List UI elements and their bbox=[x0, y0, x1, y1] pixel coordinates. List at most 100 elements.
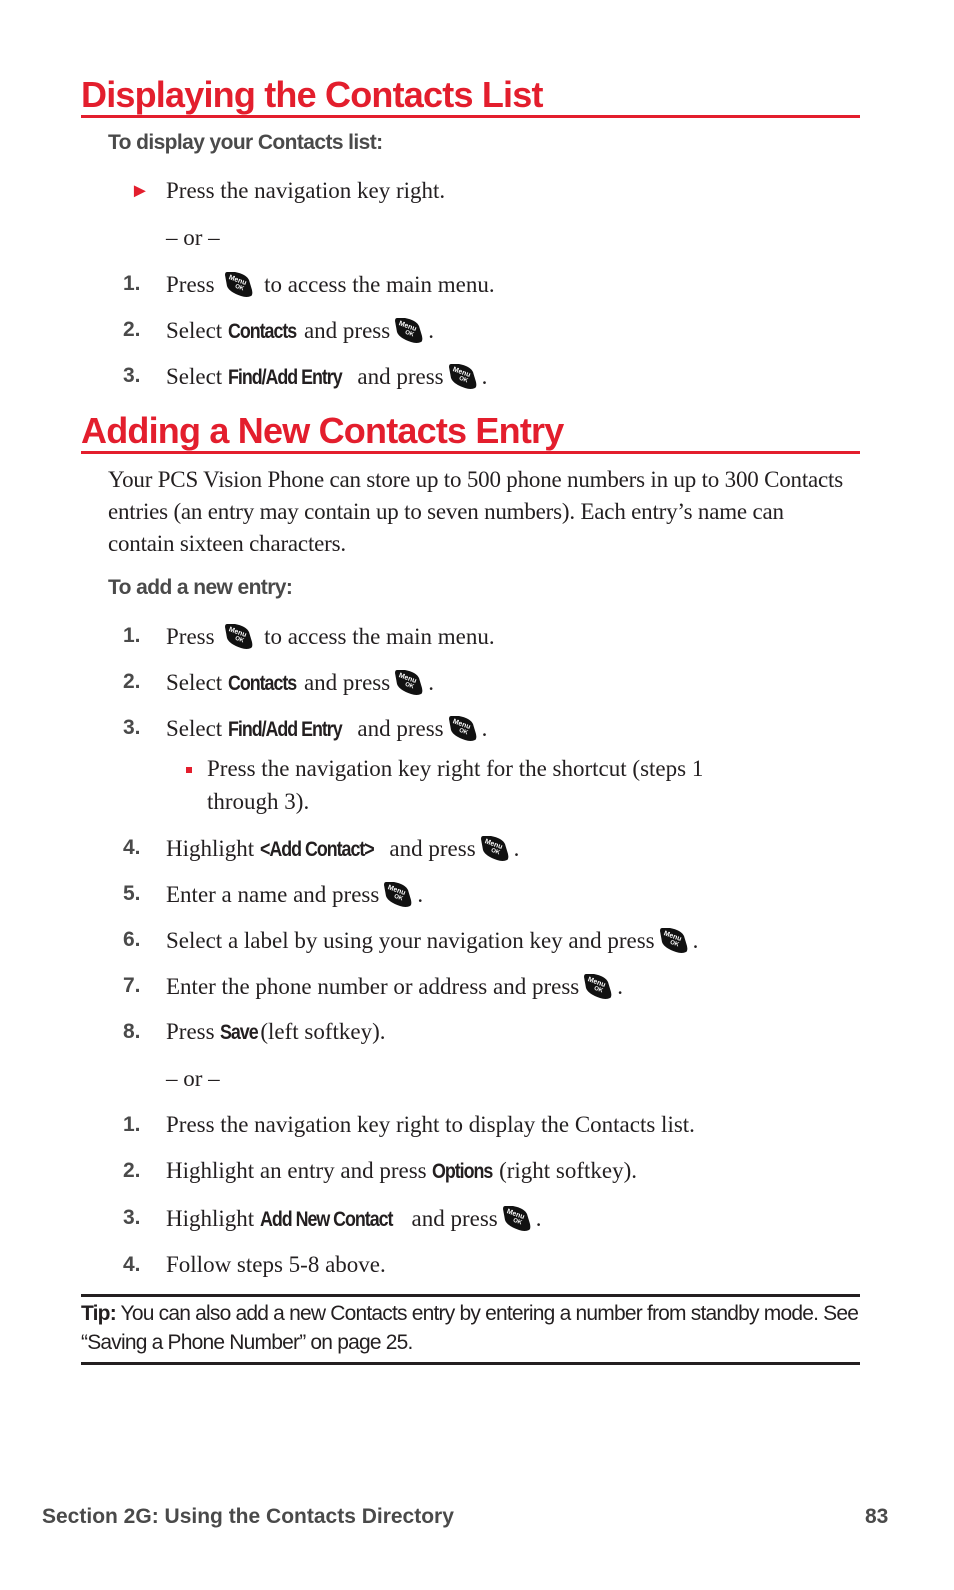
sub-bullet-line-2: through 3). bbox=[207, 789, 310, 814]
step-text: Select bbox=[166, 716, 223, 741]
square-bullet-icon bbox=[186, 767, 192, 773]
menu-ok-key-icon bbox=[658, 926, 690, 954]
menu-ok-key-icon bbox=[393, 668, 425, 696]
tip-bottom-rule bbox=[81, 1362, 860, 1365]
step-number: 7. bbox=[123, 974, 141, 997]
menu-ok-key-icon bbox=[223, 270, 255, 298]
menu-item-add-contact: <Add Contact> bbox=[259, 838, 375, 861]
menu-ok-key-icon bbox=[393, 316, 425, 344]
sub-bullet-line-1: Press the navigation key right for the s… bbox=[207, 756, 704, 781]
step-number: 2. bbox=[123, 1159, 141, 1182]
period: . bbox=[481, 364, 488, 389]
menu-item-contacts: Contacts bbox=[227, 320, 297, 343]
step-text: Select a label by using your navigation … bbox=[166, 928, 655, 953]
subheading-display-contacts: To display your Contacts list: bbox=[108, 131, 383, 154]
alt-step-3: Highlight Add New Contact and press. bbox=[166, 1204, 542, 1234]
tip-top-rule bbox=[81, 1294, 860, 1297]
softkey-save: Save bbox=[220, 1021, 259, 1044]
step-text: (right softkey). bbox=[499, 1158, 638, 1183]
step-number: 2. bbox=[123, 318, 141, 341]
step-number: 8. bbox=[123, 1020, 141, 1043]
step-text: Enter a name and press bbox=[166, 882, 380, 907]
add-step-6: Select a label by using your navigation … bbox=[166, 926, 698, 955]
intro-paragraph: Your PCS Vision Phone can store up to 50… bbox=[108, 467, 843, 556]
add-step-1: Press to access the main menu. bbox=[166, 622, 495, 651]
tip-text: You can also add a new Contacts entry by… bbox=[81, 1302, 859, 1354]
menu-item-contacts: Contacts bbox=[227, 672, 297, 695]
period: . bbox=[428, 670, 434, 695]
add-step-3: Select Find/Add Entry and press. bbox=[166, 714, 487, 744]
menu-item-find-add-entry: Find/Add Entry bbox=[227, 366, 343, 389]
menu-item-find-add-entry: Find/Add Entry bbox=[227, 718, 343, 741]
period: . bbox=[692, 928, 699, 953]
step-text: (left softkey). bbox=[260, 1019, 386, 1044]
step-text: Press bbox=[166, 624, 215, 649]
footer-section-title: Section 2G: Using the Contacts Directory bbox=[42, 1505, 454, 1528]
alt-step-1: Press the navigation key right to displa… bbox=[166, 1111, 695, 1139]
period: . bbox=[535, 1206, 542, 1231]
or-separator: – or – bbox=[166, 1066, 220, 1091]
step-3: Select Find/Add Entry and press. bbox=[166, 362, 487, 392]
bullet-nav-right: Press the navigation key right. bbox=[166, 178, 446, 203]
step-text: Select bbox=[166, 364, 223, 389]
step-text: Highlight bbox=[166, 1206, 255, 1231]
step-text: Select bbox=[166, 318, 223, 343]
section-title-adding-entry: Adding a New Contacts Entry bbox=[81, 411, 860, 454]
step-text: Press the navigation key right to displa… bbox=[166, 1112, 695, 1137]
step-text: Highlight bbox=[166, 836, 255, 861]
alt-step-4: Follow steps 5-8 above. bbox=[166, 1251, 386, 1279]
tip-box: Tip: You can also add a new Contacts ent… bbox=[81, 1299, 860, 1357]
step-number: 5. bbox=[123, 882, 141, 905]
menu-item-add-new-contact: Add New Contact bbox=[259, 1208, 393, 1231]
step-text: to access the main menu. bbox=[264, 272, 495, 297]
step-text: Follow steps 5-8 above. bbox=[166, 1252, 386, 1277]
alt-step-2: Highlight an entry and press Options (ri… bbox=[166, 1157, 637, 1186]
section-title-displaying-contacts: Displaying the Contacts List bbox=[81, 75, 860, 118]
step-number: 3. bbox=[123, 364, 141, 387]
menu-ok-key-icon bbox=[447, 714, 479, 742]
period: . bbox=[617, 974, 623, 999]
step-text: Highlight an entry and press bbox=[166, 1158, 427, 1183]
step-number: 1. bbox=[123, 624, 141, 647]
or-separator: – or – bbox=[166, 225, 220, 250]
menu-ok-key-icon bbox=[582, 972, 614, 1000]
step-number: 1. bbox=[123, 272, 141, 295]
step-text: and press bbox=[411, 1206, 498, 1231]
step-number: 6. bbox=[123, 928, 141, 951]
add-step-8: Press Save (left softkey). bbox=[166, 1018, 386, 1047]
add-step-4: Highlight <Add Contact> and press. bbox=[166, 834, 519, 864]
softkey-options: Options bbox=[432, 1160, 493, 1183]
period: . bbox=[481, 716, 488, 741]
arrow-bullet-icon: ► bbox=[130, 180, 150, 202]
period: . bbox=[417, 882, 424, 907]
step-number: 4. bbox=[123, 836, 141, 859]
step-text: and press bbox=[357, 364, 444, 389]
menu-ok-key-icon bbox=[223, 622, 255, 650]
step-number: 3. bbox=[123, 1206, 141, 1229]
step-text: Press bbox=[166, 272, 215, 297]
step-2: Select Contacts and press. bbox=[166, 316, 434, 346]
period: . bbox=[428, 318, 434, 343]
period: . bbox=[513, 836, 520, 861]
step-number: 2. bbox=[123, 670, 141, 693]
step-text: Press bbox=[166, 1019, 215, 1044]
footer-page-number: 83 bbox=[865, 1505, 889, 1528]
menu-ok-key-icon bbox=[501, 1204, 533, 1232]
add-step-7: Enter the phone number or address and pr… bbox=[166, 972, 623, 1001]
step-text: to access the main menu. bbox=[264, 624, 495, 649]
add-step-5: Enter a name and press. bbox=[166, 880, 423, 909]
step-number: 3. bbox=[123, 716, 141, 739]
step-text: Select bbox=[166, 670, 223, 695]
menu-ok-key-icon bbox=[447, 362, 479, 390]
step-text: and press bbox=[389, 836, 476, 861]
step-number: 4. bbox=[123, 1253, 141, 1276]
step-1: Press to access the main menu. bbox=[166, 270, 495, 299]
step-text: Enter the phone number or address and pr… bbox=[166, 974, 580, 999]
subheading-add-entry: To add a new entry: bbox=[108, 576, 293, 599]
step-text: and press bbox=[303, 670, 391, 695]
tip-label: Tip: bbox=[81, 1302, 117, 1325]
step-number: 1. bbox=[123, 1113, 141, 1136]
menu-ok-key-icon bbox=[382, 880, 414, 908]
menu-ok-key-icon bbox=[479, 834, 511, 862]
add-step-2: Select Contacts and press. bbox=[166, 668, 434, 698]
